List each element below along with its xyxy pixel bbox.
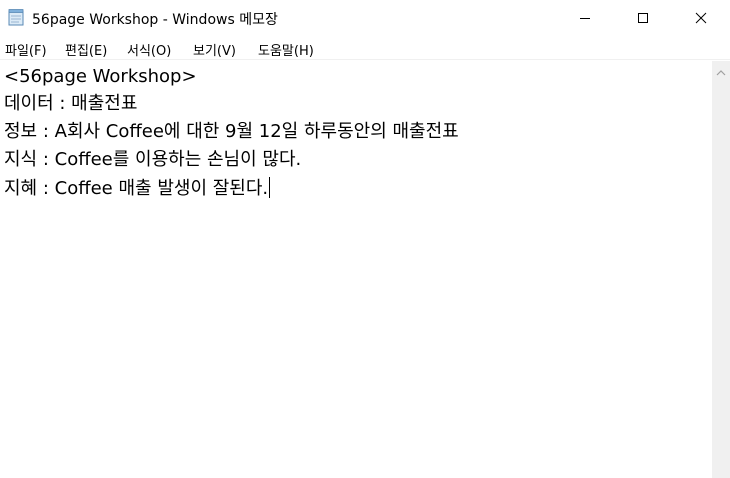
close-button[interactable] [672,0,730,36]
chevron-up-icon [716,62,726,81]
menu-help[interactable]: 도움말(H) [258,40,314,59]
editor-line-last: 지혜 : Coffee 매출 발생이 잘된다. [4,177,271,200]
notepad-window: 56page Workshop - Windows 메모장 파일(F) 편집(E… [0,0,730,478]
editor-line: <56page Workshop> [4,66,197,87]
menu-bar: 파일(F) 편집(E) 서식(O) 보기(V) 도움말(H) [0,37,730,60]
close-icon [695,9,707,28]
text-caret [269,177,271,198]
editor-line-text: 지혜 : Coffee 매출 발생이 잘된다. [4,178,269,199]
title-bar[interactable]: 56page Workshop - Windows 메모장 [0,0,730,36]
scroll-up-button[interactable] [712,61,730,81]
editor-line: 정보 : A회사 Coffee에 대한 9월 12일 하루동안의 매출전표 [4,121,459,142]
menu-file[interactable]: 파일(F) [5,40,47,59]
minimize-button[interactable] [556,0,614,36]
menu-edit[interactable]: 편집(E) [65,40,107,59]
menu-format[interactable]: 서식(O) [127,40,171,59]
minimize-icon [579,9,591,28]
editor-line: 데이터 : 매출전표 [4,93,138,114]
maximize-button[interactable] [614,0,672,36]
menu-view[interactable]: 보기(V) [193,40,236,59]
text-editor[interactable]: <56page Workshop> 데이터 : 매출전표 정보 : A회사 Co… [0,61,712,478]
editor-line: 지식 : Coffee를 이용하는 손님이 많다. [4,149,302,170]
vertical-scrollbar[interactable] [712,61,730,478]
maximize-icon [637,9,649,28]
window-title: 56page Workshop - Windows 메모장 [32,12,278,28]
notepad-icon[interactable] [7,8,25,26]
